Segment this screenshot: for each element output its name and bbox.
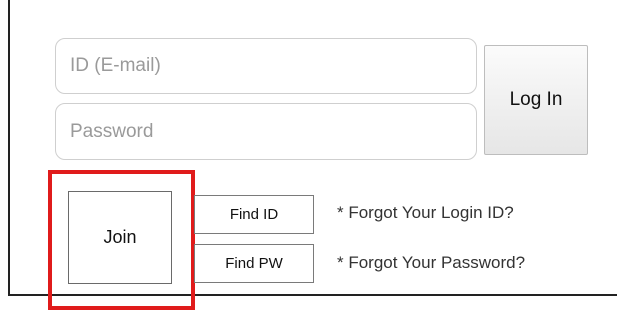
find-id-button[interactable]: Find ID — [194, 195, 314, 234]
id-email-input[interactable] — [55, 38, 477, 94]
find-pw-button[interactable]: Find PW — [194, 244, 314, 283]
join-button[interactable]: Join — [68, 191, 172, 284]
forgot-login-id-hint: * Forgot Your Login ID? — [337, 203, 514, 222]
login-screen: Log In Join Find ID Find PW * Forgot You… — [0, 0, 617, 311]
password-input[interactable] — [55, 103, 477, 160]
login-button[interactable]: Log In — [484, 45, 588, 155]
forgot-password-hint: * Forgot Your Password? — [337, 253, 526, 272]
